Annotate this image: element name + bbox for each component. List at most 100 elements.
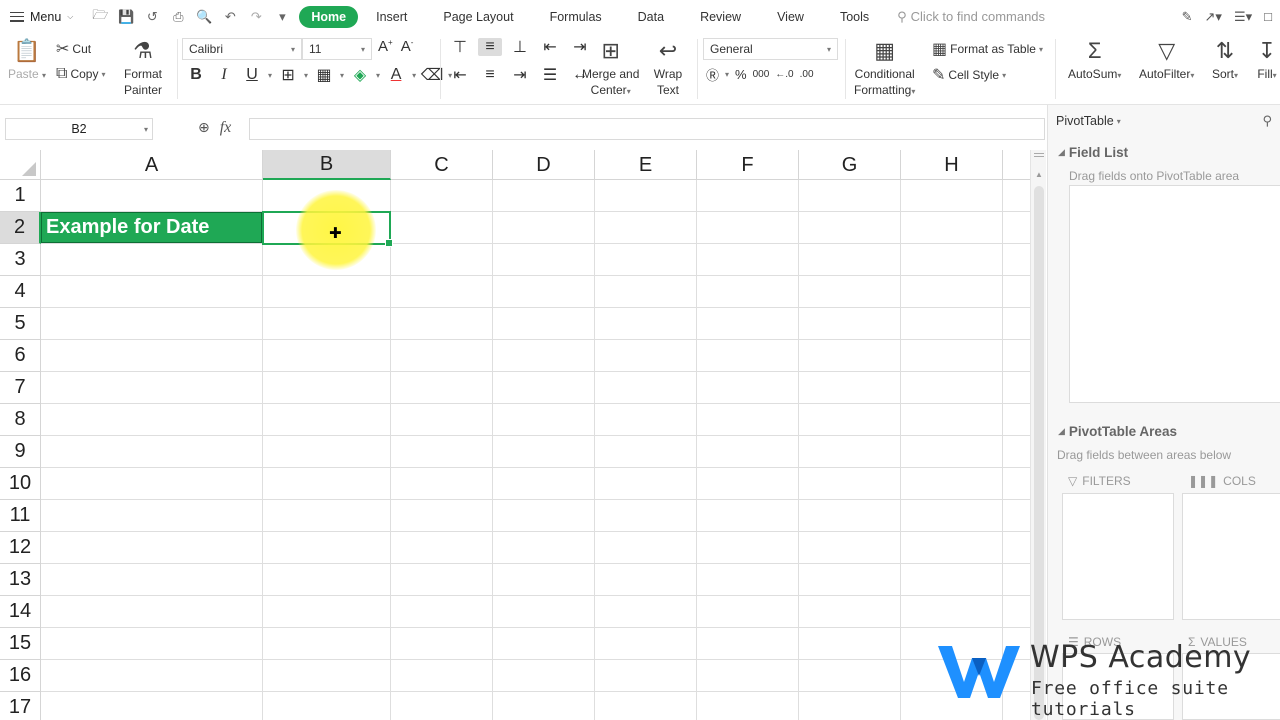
decrease-decimal-icon[interactable]: .00 [800, 69, 814, 80]
number-format-select[interactable]: General ▾ [703, 38, 838, 60]
row-header[interactable]: 1 [0, 180, 41, 212]
merge-center-button[interactable]: ⊞ Merge and Center▾ [582, 37, 639, 99]
row-header[interactable]: 17 [0, 692, 41, 720]
vertical-scrollbar[interactable]: ▲ [1030, 150, 1046, 720]
tab-review[interactable]: Review [682, 6, 759, 28]
tab-insert[interactable]: Insert [358, 6, 425, 28]
print-icon[interactable]: ⎙ [167, 6, 189, 28]
cell-area[interactable] [41, 180, 1030, 720]
row-header[interactable]: 7 [0, 372, 41, 404]
row-header[interactable]: 3 [0, 244, 41, 276]
row-header[interactable]: 13 [0, 564, 41, 596]
column-header-c[interactable]: C [391, 150, 493, 180]
main-menu-button[interactable]: Menu ⌵ [0, 0, 83, 33]
align-right-icon[interactable]: ⇥ [508, 65, 532, 85]
percent-icon[interactable]: % [735, 67, 747, 82]
undo-icon[interactable]: ↶ [219, 6, 241, 28]
field-list-section[interactable]: ◢ Field List [1058, 145, 1128, 160]
decrease-indent-icon[interactable]: ⇤ [538, 37, 562, 57]
collaborate-icon[interactable]: ✎ [1182, 9, 1193, 25]
font-name-select[interactable]: Calibri ▾ [182, 38, 302, 60]
column-header-a[interactable]: A [41, 150, 263, 180]
cut-button[interactable]: ✂ Cut [56, 39, 91, 59]
column-header-d[interactable]: D [493, 150, 595, 180]
row-header[interactable]: 14 [0, 596, 41, 628]
column-header-g[interactable]: G [799, 150, 901, 180]
row-header[interactable]: 15 [0, 628, 41, 660]
row-header[interactable]: 16 [0, 660, 41, 692]
align-top-icon[interactable]: ⊤ [448, 37, 472, 57]
scroll-up-icon[interactable]: ▲ [1035, 170, 1043, 179]
row-header[interactable]: 8 [0, 404, 41, 436]
print-preview-icon[interactable]: 🔍 [193, 6, 215, 28]
share-icon[interactable]: ↗▾ [1205, 9, 1222, 25]
conditional-formatting-button[interactable]: ▦ Conditional Formatting▾ [854, 37, 915, 99]
field-list-box[interactable] [1069, 185, 1280, 403]
decrease-font-icon[interactable]: A- [401, 38, 414, 55]
split-handle-icon[interactable] [1034, 153, 1044, 159]
fill-pattern-icon[interactable]: ▦ [312, 65, 336, 85]
save-icon[interactable]: 💾 [115, 6, 137, 28]
zoom-icon[interactable]: ⊕ [198, 119, 210, 137]
column-header-b[interactable]: B [263, 150, 391, 180]
font-size-select[interactable]: 11 ▾ [302, 38, 372, 60]
command-search[interactable]: ⚲ Click to find commands [897, 9, 1045, 25]
format-as-table-button[interactable]: ▦ Format as Table ▾ [932, 39, 1043, 59]
row-header[interactable]: 5 [0, 308, 41, 340]
row-header[interactable]: 4 [0, 276, 41, 308]
underline-button[interactable]: U [240, 66, 264, 84]
column-header-h[interactable]: H [901, 150, 1003, 180]
export-pdf-icon[interactable]: ↺ [141, 6, 163, 28]
tab-data[interactable]: Data [620, 6, 682, 28]
align-middle-icon[interactable]: ≡ [478, 38, 502, 56]
format-painter-button[interactable]: ⚗ Format Painter [124, 37, 162, 98]
tab-tools[interactable]: Tools [822, 6, 887, 28]
font-color-icon[interactable]: A [384, 66, 408, 84]
row-header[interactable]: 6 [0, 340, 41, 372]
thousands-separator-icon[interactable]: 000 [753, 69, 770, 80]
currency-icon[interactable]: Ⓡ [706, 65, 719, 84]
row-header[interactable]: 12 [0, 532, 41, 564]
increase-font-icon[interactable]: A+ [378, 38, 393, 55]
autosum-button[interactable]: Σ AutoSum▾ [1068, 37, 1121, 83]
sort-button[interactable]: ⇅ Sort▾ [1210, 37, 1240, 83]
align-bottom-icon[interactable]: ⊥ [508, 37, 532, 57]
customize-toolbar-icon[interactable]: ▾ [271, 6, 293, 28]
justify-icon[interactable]: ☰ [538, 65, 562, 85]
autofilter-button[interactable]: ▽ AutoFilter▾ [1139, 37, 1194, 83]
align-center-icon[interactable]: ≡ [478, 66, 502, 84]
pin-icon[interactable]: ⚲ [1262, 113, 1272, 129]
more-options-icon[interactable]: ☰▾ [1234, 9, 1252, 25]
select-all-corner[interactable] [0, 150, 41, 180]
cols-area-box[interactable] [1182, 493, 1280, 620]
open-folder-icon[interactable]: 🗁 [89, 6, 111, 28]
row-header[interactable]: 11 [0, 500, 41, 532]
paste-button[interactable]: 📋 Paste ▾ [8, 37, 46, 83]
tab-formulas[interactable]: Formulas [532, 6, 620, 28]
tab-view[interactable]: View [759, 6, 822, 28]
copy-button[interactable]: ⧉ Copy ▾ [56, 65, 105, 83]
column-header-e[interactable]: E [595, 150, 697, 180]
pivottable-dropdown[interactable]: PivotTable ▾ [1056, 114, 1121, 128]
row-header[interactable]: 2 [0, 212, 41, 244]
fx-icon[interactable]: fx [220, 119, 232, 137]
pivottable-areas-section[interactable]: ◢ PivotTable Areas [1058, 424, 1177, 439]
cell-style-button[interactable]: ✎ Cell Style ▾ [932, 65, 1006, 85]
italic-button[interactable]: I [212, 66, 236, 84]
redo-icon[interactable]: ↷ [245, 6, 267, 28]
fill-button[interactable]: ↧ Fill▾ [1252, 37, 1280, 83]
formula-input[interactable] [249, 118, 1045, 140]
cell-a2[interactable]: Example for Date [41, 212, 262, 243]
increase-decimal-icon[interactable]: ←.0 [775, 69, 793, 80]
wrap-text-button[interactable]: ↩ Wrap Text [653, 37, 683, 98]
comment-icon[interactable]: □ [1264, 9, 1272, 24]
column-header-f[interactable]: F [697, 150, 799, 180]
filters-area-box[interactable] [1062, 493, 1174, 620]
fill-color-icon[interactable]: ◈ [348, 65, 372, 85]
row-header[interactable]: 9 [0, 436, 41, 468]
row-header[interactable]: 10 [0, 468, 41, 500]
name-box[interactable]: B2 ▾ [5, 118, 153, 140]
tab-home[interactable]: Home [299, 5, 359, 28]
tab-page-layout[interactable]: Page Layout [425, 6, 531, 28]
align-left-icon[interactable]: ⇤ [448, 65, 472, 85]
